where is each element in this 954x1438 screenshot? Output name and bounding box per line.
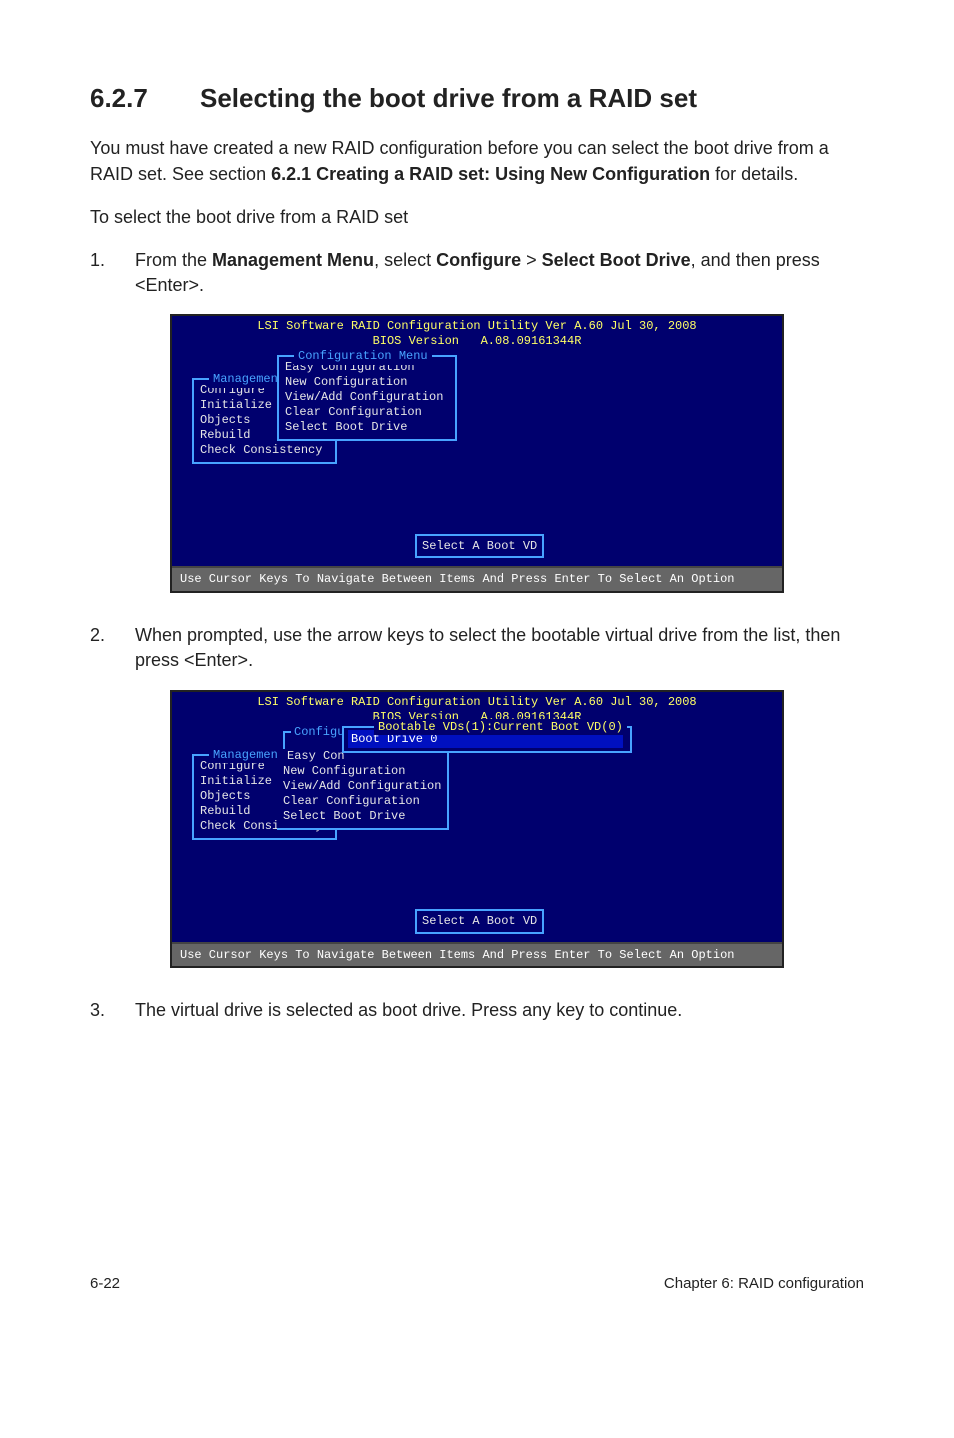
select-boot-vd-box: Select A Boot VD (415, 909, 544, 934)
bios-screenshot-1: LSI Software RAID Configuration Utility … (170, 314, 784, 593)
intro-paragraph-1: You must have created a new RAID configu… (90, 136, 864, 186)
conf-viewadd: View/Add Configuration (285, 390, 449, 405)
conf-new: New Configuration (285, 375, 449, 390)
bios-screenshot-2: LSI Software RAID Configuration Utility … (170, 690, 784, 969)
section-number: 6.2.7 (90, 80, 200, 116)
page-footer: 6-22 Chapter 6: RAID configuration (90, 1273, 864, 1294)
chapter-label: Chapter 6: RAID configuration (664, 1273, 864, 1294)
bios-header: LSI Software RAID Configuration Utility … (172, 316, 782, 350)
select-boot-vd-box: Select A Boot VD (415, 534, 544, 559)
section-heading: 6.2.7 Selecting the boot drive from a RA… (90, 80, 864, 116)
intro-paragraph-2: To select the boot drive from a RAID set (90, 205, 864, 230)
bios-footer: Use Cursor Keys To Navigate Between Item… (172, 566, 782, 591)
configu-label: Configu (291, 724, 347, 741)
bios-footer: Use Cursor Keys To Navigate Between Item… (172, 942, 782, 967)
step-number: 3. (90, 998, 135, 1023)
bios-body: Management M Configure Initialize Object… (172, 726, 782, 942)
step-number: 1. (90, 248, 135, 298)
conf-select-boot: Select Boot Drive (277, 809, 441, 824)
section-title-text: Selecting the boot drive from a RAID set (200, 80, 697, 116)
bootable-vds-title: Bootable VDs(1):Current Boot VD(0) (374, 719, 627, 736)
conf-select-boot: Select Boot Drive (285, 420, 449, 435)
mgmt-check-consistency: Check Consistency (200, 443, 329, 458)
conf-new: New Configuration (277, 764, 441, 779)
step-1: 1. From the Management Menu, select Conf… (90, 248, 864, 298)
step-3: 3. The virtual drive is selected as boot… (90, 998, 864, 1023)
step-text: The virtual drive is selected as boot dr… (135, 998, 864, 1023)
step-text: From the Management Menu, select Configu… (135, 248, 864, 298)
conf-viewadd: View/Add Configuration (277, 779, 441, 794)
bootable-vds-box: Bootable VDs(1):Current Boot VD(0) Boot … (342, 726, 632, 754)
page-number: 6-22 (90, 1273, 120, 1294)
step-text: When prompted, use the arrow keys to sel… (135, 623, 864, 673)
step-number: 2. (90, 623, 135, 673)
conf-clear: Clear Configuration (277, 794, 441, 809)
configuration-menu-title: Configuration Menu (294, 348, 432, 365)
configuration-menu: Configuration Menu Easy Configuration Ne… (277, 355, 457, 441)
step-2: 2. When prompted, use the arrow keys to … (90, 623, 864, 673)
conf-clear: Clear Configuration (285, 405, 449, 420)
bios-body: Management M Configure Initialize Object… (172, 350, 782, 566)
